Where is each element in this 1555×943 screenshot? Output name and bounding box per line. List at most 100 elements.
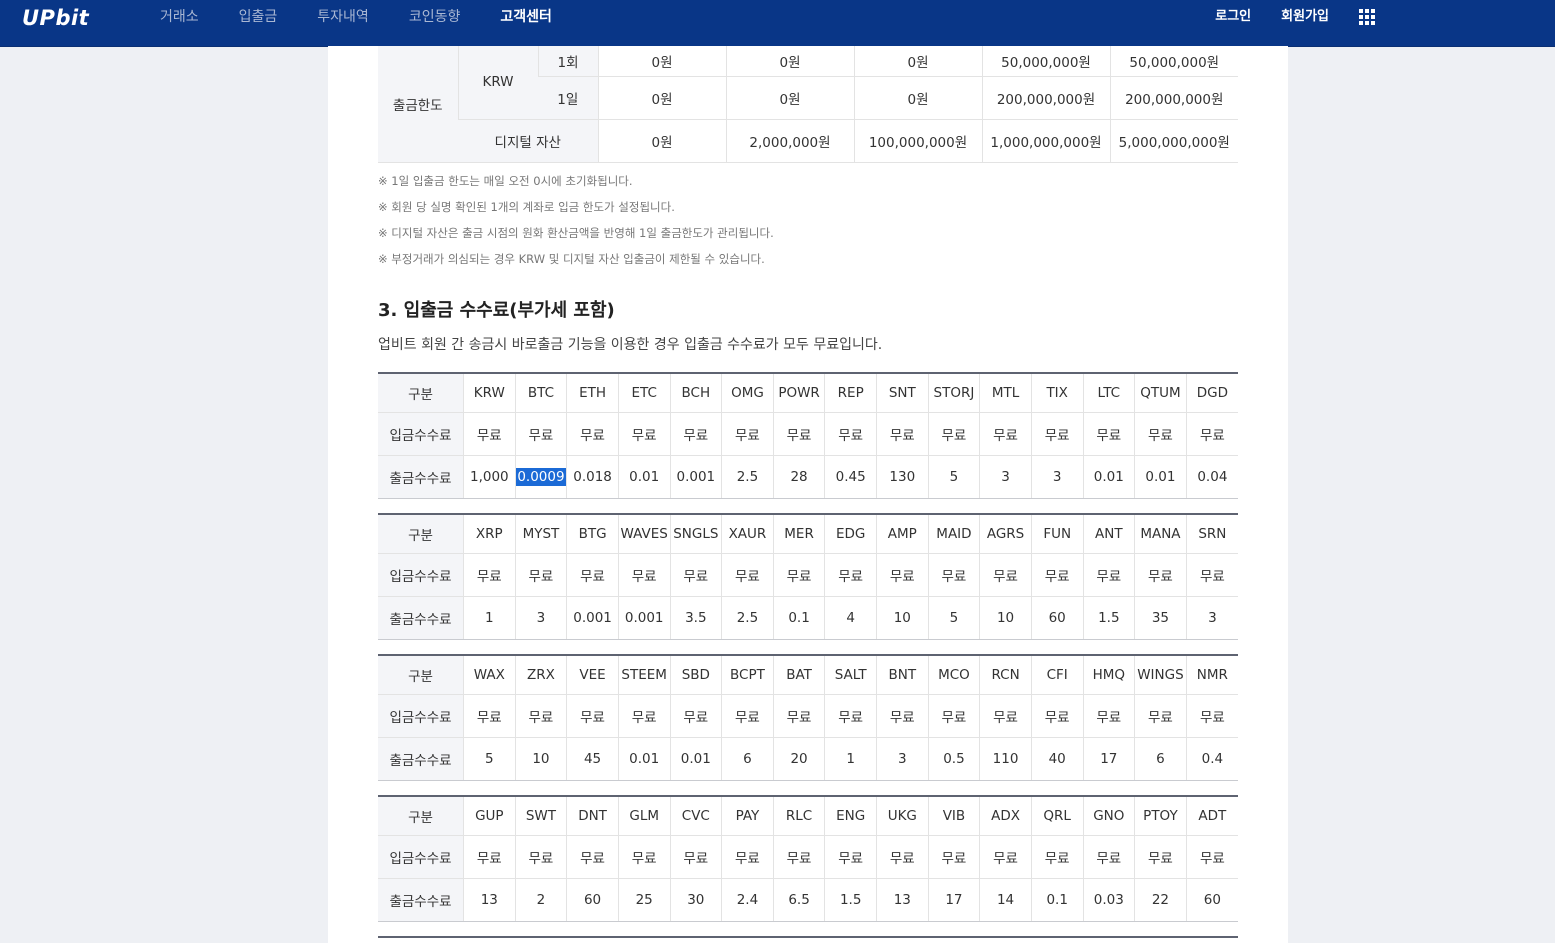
deposit-fee-value: 무료 xyxy=(721,694,774,738)
withdraw-fee-value: 60 xyxy=(1185,878,1238,922)
login-link[interactable]: 로그인 xyxy=(1215,0,1251,34)
coin-symbol: DGD xyxy=(1185,373,1238,413)
coin-symbol: ETH xyxy=(566,373,619,413)
selected-text: 0.0009 xyxy=(516,468,566,486)
signup-link[interactable]: 회원가입 xyxy=(1281,0,1329,34)
withdraw-fee-value: 0.018 xyxy=(566,455,619,499)
coin-symbol: GLM xyxy=(617,796,670,836)
deposit-fee-value: 무료 xyxy=(772,694,825,738)
withdraw-fee-value: 3 xyxy=(979,455,1032,499)
withdraw-fee-value: 2 xyxy=(514,878,567,922)
fee-table: 구분 GUP SWT DNT GLM CVC PAY RLC ENG UKG VIB ADX QRL GN… xyxy=(378,795,1238,922)
deposit-fee-label: 입금수수료 xyxy=(378,412,464,456)
coin-symbol: BCH xyxy=(669,373,722,413)
limit-digital-label: 디지털 자산 xyxy=(458,119,598,163)
notes-list: ※ 1일 입출금 한도는 매일 오전 0시에 초기화됩니다. ※ 회원 당 실명… xyxy=(378,172,1238,276)
coin-symbol: PAY xyxy=(721,796,774,836)
deposit-fee-value: 무료 xyxy=(721,835,774,879)
coin-symbol: QRL xyxy=(1030,796,1083,836)
coin-symbol: CFI xyxy=(1030,655,1083,695)
deposit-fee-row: 입금수수료 무료 무료 무료 무료 무료 무료 무료 무료 무료 무료 무료 무료 무료 무료 무료 xyxy=(378,694,1238,738)
deposit-fee-value: 무료 xyxy=(876,553,929,597)
deposit-fee-value: 무료 xyxy=(772,412,825,456)
coin-symbol: WAVES xyxy=(617,514,670,554)
deposit-fee-value: 무료 xyxy=(1082,412,1135,456)
coin-symbol: VEE xyxy=(566,655,619,695)
withdraw-fee-value: 110 xyxy=(979,737,1032,781)
withdraw-fee-value: 0.1 xyxy=(772,596,825,640)
deposit-fee-value: 무료 xyxy=(772,835,825,879)
deposit-fee-value: 무료 xyxy=(1030,553,1083,597)
withdraw-fee-value: 40 xyxy=(1030,737,1083,781)
deposit-fee-value: 무료 xyxy=(1082,835,1135,879)
deposit-fee-value: 무료 xyxy=(1185,835,1238,879)
withdraw-fee-value: 0.001 xyxy=(566,596,619,640)
deposit-fee-value: 무료 xyxy=(463,694,516,738)
fee-header-row: 구분 GUP SWT DNT GLM CVC PAY RLC ENG UKG VIB ADX QRL GN… xyxy=(378,796,1238,836)
withdraw-fee-row: 출금수수료 13 2 60 25 30 2.4 6.5 1.5 13 17 14 0.1 0.03 22 60 xyxy=(378,878,1238,922)
nav-investments[interactable]: 투자내역 xyxy=(317,0,369,34)
nav-deposit-withdraw[interactable]: 입출금 xyxy=(239,0,278,34)
limit-cell: 0원 xyxy=(853,46,982,77)
deposit-fee-value: 무료 xyxy=(876,694,929,738)
limit-cell: 0원 xyxy=(725,46,854,77)
deposit-fee-value: 무료 xyxy=(617,553,670,597)
deposit-fee-row: 입금수수료 무료 무료 무료 무료 무료 무료 무료 무료 무료 무료 무료 무료 무료 무료 무료 xyxy=(378,412,1238,456)
withdraw-fee-value: 4 xyxy=(824,596,877,640)
fee-table-divider xyxy=(378,936,1238,938)
withdraw-fee-value: 3 xyxy=(1185,596,1238,640)
withdraw-fee-value: 5 xyxy=(927,596,980,640)
limit-cell: 0원 xyxy=(597,119,726,163)
withdraw-fee-value: 3 xyxy=(876,737,929,781)
withdraw-fee-value: 6 xyxy=(1134,737,1187,781)
limit-cell: 0원 xyxy=(597,46,726,77)
coin-symbol: BAT xyxy=(772,655,825,695)
deposit-fee-value: 무료 xyxy=(566,553,619,597)
withdraw-fee-value: 3 xyxy=(1030,455,1083,499)
deposit-fee-value: 무료 xyxy=(1134,553,1187,597)
coin-symbol: POWR xyxy=(772,373,825,413)
withdraw-fee-value: 17 xyxy=(927,878,980,922)
nav-customer-center[interactable]: 고객센터 xyxy=(500,0,552,34)
deposit-fee-value: 무료 xyxy=(1030,835,1083,879)
withdraw-fee-value: 28 xyxy=(772,455,825,499)
deposit-fee-value: 무료 xyxy=(979,835,1032,879)
coin-symbol: SBD xyxy=(669,655,722,695)
withdraw-fee-value: 13 xyxy=(876,878,929,922)
coin-symbol: SWT xyxy=(514,796,567,836)
coin-symbol: TIX xyxy=(1030,373,1083,413)
coin-symbol: QTUM xyxy=(1134,373,1187,413)
coin-symbol: EDG xyxy=(824,514,877,554)
deposit-fee-value: 무료 xyxy=(1134,694,1187,738)
coin-symbol: MCO xyxy=(927,655,980,695)
coin-symbol: DNT xyxy=(566,796,619,836)
withdraw-fee-value: 17 xyxy=(1082,737,1135,781)
nav-exchange[interactable]: 거래소 xyxy=(160,0,199,34)
limit-daily-label: 1일 xyxy=(538,76,598,120)
withdraw-fee-value: 1,000 xyxy=(463,455,516,499)
upbit-logo[interactable]: UPbit xyxy=(22,6,89,30)
note: ※ 1일 입출금 한도는 매일 오전 0시에 초기화됩니다. xyxy=(378,173,633,188)
coin-symbol: ADT xyxy=(1185,796,1238,836)
limit-cell: 50,000,000원 xyxy=(1109,46,1238,77)
withdraw-fee-value: 0.01 xyxy=(617,737,670,781)
deposit-fee-label: 입금수수료 xyxy=(378,553,464,597)
coin-symbol: PTOY xyxy=(1134,796,1187,836)
withdraw-fee-value: 0.03 xyxy=(1082,878,1135,922)
nav-coin-trends[interactable]: 코인동향 xyxy=(409,0,461,34)
deposit-fee-row: 입금수수료 무료 무료 무료 무료 무료 무료 무료 무료 무료 무료 무료 무료 무료 무료 무료 xyxy=(378,553,1238,597)
deposit-fee-value: 무료 xyxy=(669,694,722,738)
grid-icon[interactable] xyxy=(1359,9,1375,25)
deposit-fee-value: 무료 xyxy=(1185,412,1238,456)
coin-symbol: RLC xyxy=(772,796,825,836)
withdrawal-limit-table: 출금한도 KRW 1회 0원 0원 0원 50,000,000원 50,000,… xyxy=(378,46,1238,163)
main-nav: 거래소 입출금 투자내역 코인동향 고객센터 xyxy=(160,0,592,34)
deposit-fee-value: 무료 xyxy=(876,412,929,456)
withdraw-fee-value: 2.5 xyxy=(721,596,774,640)
account-menu: 로그인 회원가입 xyxy=(1215,0,1555,34)
coin-symbol: OMG xyxy=(721,373,774,413)
withdraw-fee-value: 30 xyxy=(669,878,722,922)
deposit-fee-value: 무료 xyxy=(927,835,980,879)
deposit-fee-value: 무료 xyxy=(566,835,619,879)
coin-symbol: WINGS xyxy=(1134,655,1187,695)
